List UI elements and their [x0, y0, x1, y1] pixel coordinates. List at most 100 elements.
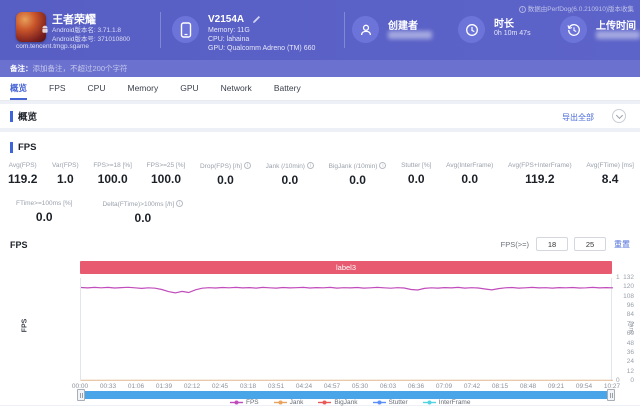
chart-scrollbar[interactable]: [77, 389, 615, 401]
stat-cell: Delta(FTime)>100ms [/h] i 0.0: [102, 200, 184, 225]
x-axis-ticks: 00:00 00:33 01:06 01:39 02:12 02:45 03:18 03:51…: [72, 383, 620, 391]
tab-network[interactable]: Network: [221, 77, 252, 100]
stat-cell: FPS>=25 [%] 100.0: [147, 162, 186, 187]
stat-value: 100.0: [150, 172, 182, 186]
tab-fps[interactable]: FPS: [49, 77, 66, 100]
stat-cell: Jank (/10min) i 0.0: [266, 162, 314, 187]
y-tick-label: 0: [630, 377, 634, 384]
stat-label: FTime>=100ms [%]: [16, 200, 73, 207]
fps-threshold-controls: FPS(>=) 重置: [501, 237, 630, 251]
y-tick-label: 84: [626, 311, 634, 319]
stat-label: Drop(FPS) [/h] i: [200, 162, 251, 170]
threshold-low-input[interactable]: [536, 237, 568, 251]
overview-card: 概览 导出全部: [0, 104, 640, 128]
stat-value: 0.0: [134, 211, 152, 225]
stat-label: Delta(FTime)>100ms [/h] i: [102, 200, 184, 208]
stat-label: Avg(FPS): [8, 162, 37, 169]
info-icon: i: [518, 6, 526, 13]
upload-icon-circle: [560, 16, 587, 43]
fps-card: FPS Avg(FPS) 119.2 Var(FPS) 1.0 FPS>=18 [%] 1…: [0, 132, 640, 406]
threshold-reset-link[interactable]: 重置: [614, 239, 630, 250]
stat-cell: Avg(FPS) 119.2: [8, 162, 37, 187]
person-icon: [360, 24, 371, 35]
stat-cell: Var(FPS) 1.0: [52, 162, 79, 187]
info-icon[interactable]: i: [243, 162, 251, 169]
y-tick-label: 60: [626, 330, 634, 338]
stat-label: BigJank (/10min) i: [329, 162, 387, 170]
stat-label: Avg(InterFrame): [446, 162, 494, 169]
stat-label: Avg(FPS+InterFrame): [508, 162, 572, 169]
stat-value: 0.0: [407, 172, 425, 186]
stat-label: FPS>=25 [%]: [146, 162, 186, 169]
remark-bar[interactable]: 备注：添加备注，不超过200个字符: [0, 60, 640, 77]
device-gpu: GPU: Qualcomm Adreno (TM) 660: [208, 45, 316, 52]
stat-cell: Stutter [%] 0.0: [401, 162, 431, 187]
y-tick-label: 96: [626, 302, 634, 310]
stat-cell: Avg(FPS+InterFrame) 119.2: [508, 162, 572, 187]
divider: [344, 12, 345, 48]
chart-annotation-band: label3: [80, 261, 612, 274]
stat-value: 1.0: [57, 172, 74, 186]
edit-icon[interactable]: [252, 15, 261, 24]
tab-battery[interactable]: Battery: [274, 77, 301, 100]
threshold-high-input[interactable]: [574, 237, 606, 251]
x-tick-label: 00:33: [99, 383, 117, 390]
fps-section-title: FPS: [18, 141, 37, 153]
stat-cell: BigJank (/10min) i 0.0: [329, 162, 387, 187]
android-icon: [42, 25, 48, 33]
creator-label: 创建者: [388, 21, 418, 32]
y-tick-label: 120: [623, 283, 634, 291]
duration-icon-circle: [458, 16, 485, 43]
device-icon-circle: [172, 16, 199, 43]
fps-stats-row: Avg(FPS) 119.2 Var(FPS) 1.0 FPS>=18 [%] 100.0…: [8, 162, 634, 187]
info-icon[interactable]: i: [379, 162, 387, 169]
fps-chart-title: FPS: [10, 240, 28, 250]
x-tick-label: 08:15: [491, 383, 509, 390]
fps-line-series: [80, 286, 614, 381]
upload-label: 上传时间: [596, 21, 636, 32]
x-tick-label: 03:51: [267, 383, 285, 390]
stat-cell: Drop(FPS) [/h] i 0.0: [200, 162, 251, 187]
x-tick-label: 09:21: [547, 383, 565, 390]
x-tick-label: 03:18: [239, 383, 257, 390]
creator-icon-circle: [352, 16, 379, 43]
y-tick-label: 12: [626, 367, 634, 375]
stat-value: 0.0: [35, 210, 53, 224]
section-accent-bar: [10, 110, 13, 122]
threshold-label: FPS(>=): [500, 239, 529, 249]
stat-cell: Avg(InterFrame) 0.0: [446, 162, 493, 187]
section-tabbar: 概览 FPS CPU Memory GPU Network Battery: [0, 77, 640, 101]
section-accent-bar: [10, 141, 13, 153]
x-tick-label: 01:39: [155, 383, 173, 390]
chevron-down-icon: [615, 111, 623, 119]
info-icon[interactable]: i: [176, 200, 184, 207]
stat-label: Stutter [%]: [401, 162, 432, 169]
export-all-link[interactable]: 导出全部: [562, 112, 594, 123]
stat-cell: Avg(FTime) [ms] 8.4: [586, 162, 634, 187]
creator-value-redacted: [388, 31, 432, 39]
x-tick-label: 05:30: [351, 383, 369, 390]
app-version-code: Android版本号: 371010800: [52, 36, 131, 43]
tab-memory[interactable]: Memory: [128, 77, 159, 100]
x-tick-label: 06:03: [379, 383, 397, 390]
scrollbar-left-handle[interactable]: [77, 389, 85, 401]
fps-stats-row-2: FTime>=100ms [%] 0.0 Delta(FTime)>100ms [/…: [16, 200, 184, 225]
duration-value: 0h 10m 47s: [494, 30, 531, 37]
info-icon[interactable]: i: [306, 162, 314, 169]
tab-gpu[interactable]: GPU: [180, 77, 198, 100]
stat-value: 0.0: [281, 173, 299, 187]
report-header: 王者荣耀 Android版本名: 3.71.1.8 Android版本号: 37…: [0, 0, 640, 60]
tab-概览[interactable]: 概览: [10, 77, 28, 100]
clock-icon: [465, 23, 478, 36]
y-tick-label: 36: [626, 348, 634, 356]
stat-value: 119.2: [525, 172, 555, 186]
device-name: V2154A: [208, 14, 245, 25]
tab-cpu[interactable]: CPU: [88, 77, 106, 100]
remark-prefix: 备注：: [10, 64, 33, 73]
scrollbar-right-handle[interactable]: [607, 389, 615, 401]
stat-value: 0.0: [349, 173, 366, 187]
stat-label: Jank (/10min) i: [266, 162, 314, 170]
overview-title: 概览: [18, 112, 38, 123]
remark-placeholder: 添加备注，不超过200个字符: [32, 64, 128, 73]
collapse-button[interactable]: [612, 109, 626, 123]
